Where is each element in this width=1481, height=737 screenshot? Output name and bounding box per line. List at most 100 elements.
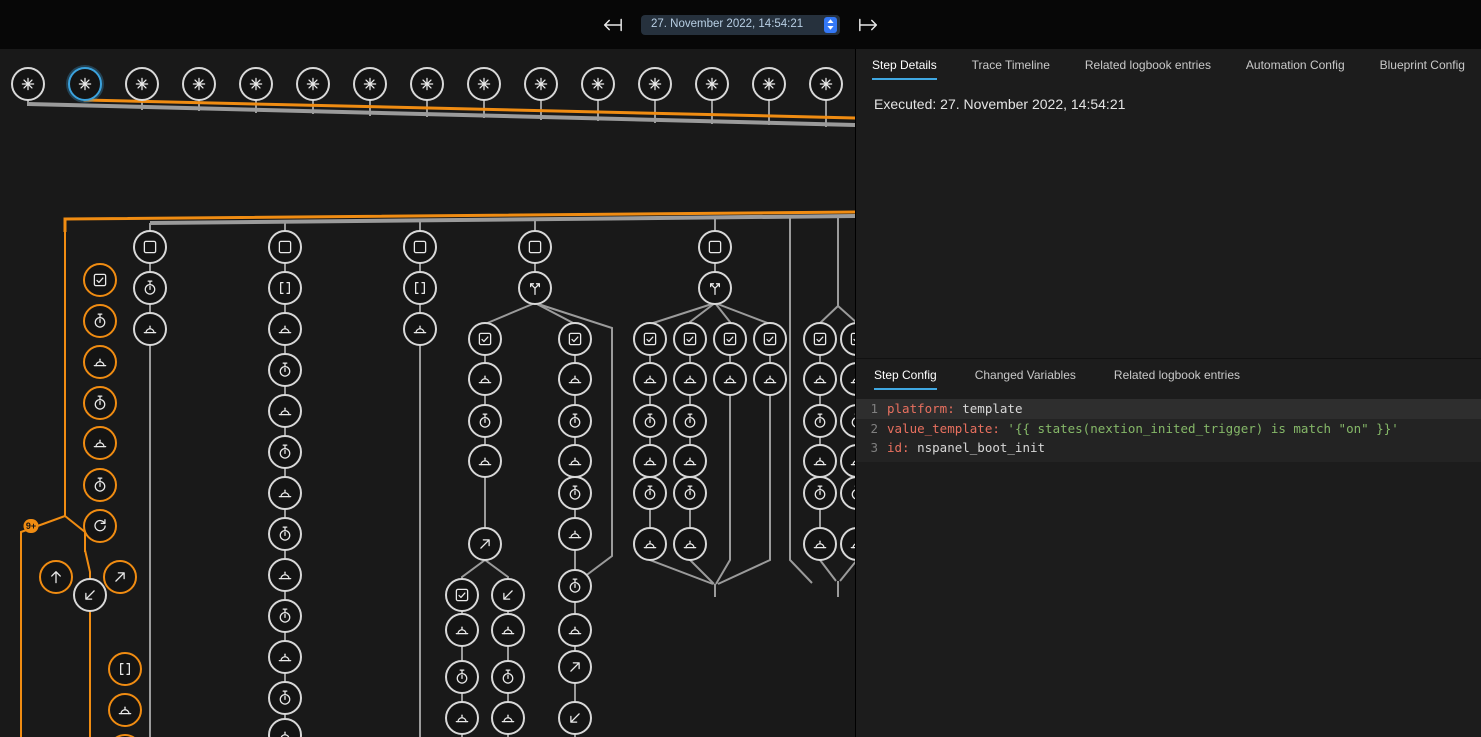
checkbox-node[interactable]: [713, 322, 747, 356]
tab-trace-timeline[interactable]: Trace Timeline: [972, 49, 1050, 80]
checkbox-node[interactable]: [803, 322, 837, 356]
bell-node[interactable]: [83, 426, 117, 460]
bell-node[interactable]: [558, 517, 592, 551]
step-config-code[interactable]: 1platform: template2value_template: '{{ …: [856, 399, 1481, 462]
bell-node[interactable]: [633, 527, 667, 561]
timer-node[interactable]: [268, 517, 302, 551]
asterisk-node[interactable]: [524, 67, 558, 101]
bell-node[interactable]: [491, 613, 525, 647]
bell-node[interactable]: [633, 362, 667, 396]
brackets-node[interactable]: [108, 652, 142, 686]
bell-node[interactable]: [558, 613, 592, 647]
previous-run-button[interactable]: [597, 13, 627, 37]
checkbox-node[interactable]: [445, 578, 479, 612]
bell-node[interactable]: [558, 362, 592, 396]
asterisk-node[interactable]: [68, 67, 102, 101]
checkbox-node[interactable]: [558, 322, 592, 356]
tab-step-details[interactable]: Step Details: [872, 49, 937, 80]
arrow-top-right-node[interactable]: [558, 650, 592, 684]
box-node[interactable]: [133, 230, 167, 264]
run-selector[interactable]: 27. November 2022, 14:54:21: [641, 15, 840, 35]
bell-node[interactable]: [491, 701, 525, 735]
arrow-up-node[interactable]: [39, 560, 73, 594]
bell-node[interactable]: [445, 701, 479, 735]
asterisk-node[interactable]: [809, 67, 843, 101]
timer-node[interactable]: [133, 271, 167, 305]
bell-node[interactable]: [83, 345, 117, 379]
bell-node[interactable]: [108, 693, 142, 727]
asterisk-node[interactable]: [11, 67, 45, 101]
bell-node[interactable]: [803, 444, 837, 478]
timer-node[interactable]: [445, 660, 479, 694]
box-node[interactable]: [698, 230, 732, 264]
bell-node[interactable]: [268, 394, 302, 428]
bell-node[interactable]: [633, 444, 667, 478]
checkbox-node[interactable]: [633, 322, 667, 356]
checkbox-node[interactable]: [673, 322, 707, 356]
checkbox-node[interactable]: [83, 263, 117, 297]
timer-node[interactable]: [633, 476, 667, 510]
bell-node[interactable]: [803, 527, 837, 561]
timer-node[interactable]: [83, 468, 117, 502]
timer-node[interactable]: [558, 404, 592, 438]
timer-node[interactable]: [83, 386, 117, 420]
timer-node[interactable]: [558, 476, 592, 510]
bell-node[interactable]: [558, 444, 592, 478]
timer-node[interactable]: [558, 569, 592, 603]
tab-related-logbook-entries[interactable]: Related logbook entries: [1085, 49, 1211, 80]
asterisk-node[interactable]: [410, 67, 444, 101]
checkbox-node[interactable]: [753, 322, 787, 356]
arrow-bottom-left-node[interactable]: [73, 578, 107, 612]
bell-node[interactable]: [468, 362, 502, 396]
bell-node[interactable]: [268, 312, 302, 346]
bell-node[interactable]: [713, 362, 747, 396]
arrow-top-right-node[interactable]: [468, 527, 502, 561]
asterisk-node[interactable]: [467, 67, 501, 101]
asterisk-node[interactable]: [695, 67, 729, 101]
box-node[interactable]: [268, 230, 302, 264]
box-node[interactable]: [518, 230, 552, 264]
bell-node[interactable]: [268, 558, 302, 592]
bell-node[interactable]: [753, 362, 787, 396]
bell-node[interactable]: [268, 640, 302, 674]
bell-node[interactable]: [268, 476, 302, 510]
refresh-node[interactable]: [83, 509, 117, 543]
bell-node[interactable]: [468, 444, 502, 478]
bell-node[interactable]: [673, 444, 707, 478]
asterisk-node[interactable]: [638, 67, 672, 101]
asterisk-node[interactable]: [182, 67, 216, 101]
bell-node[interactable]: [403, 312, 437, 346]
timer-node[interactable]: [673, 404, 707, 438]
tab-step-config[interactable]: Step Config: [874, 359, 937, 390]
bell-node[interactable]: [673, 527, 707, 561]
timer-node[interactable]: [803, 404, 837, 438]
arrow-top-right-node[interactable]: [103, 560, 137, 594]
checkbox-node[interactable]: [468, 322, 502, 356]
timer-node[interactable]: [268, 353, 302, 387]
arrow-bottom-left-node[interactable]: [491, 578, 525, 612]
asterisk-node[interactable]: [752, 67, 786, 101]
bell-node[interactable]: [445, 613, 479, 647]
tab-changed-variables[interactable]: Changed Variables: [975, 359, 1076, 390]
bell-node[interactable]: [133, 312, 167, 346]
timer-node[interactable]: [633, 404, 667, 438]
timer-node[interactable]: [673, 476, 707, 510]
timer-node[interactable]: [83, 304, 117, 338]
tab-blueprint-config[interactable]: Blueprint Config: [1380, 49, 1465, 80]
tab-automation-config[interactable]: Automation Config: [1246, 49, 1345, 80]
call-split-node[interactable]: [698, 271, 732, 305]
bell-node[interactable]: [673, 362, 707, 396]
timer-node[interactable]: [268, 599, 302, 633]
asterisk-node[interactable]: [125, 67, 159, 101]
next-run-button[interactable]: [854, 13, 884, 37]
timer-node[interactable]: [268, 435, 302, 469]
asterisk-node[interactable]: [353, 67, 387, 101]
brackets-node[interactable]: [403, 271, 437, 305]
box-node[interactable]: [403, 230, 437, 264]
asterisk-node[interactable]: [581, 67, 615, 101]
timer-node[interactable]: [803, 476, 837, 510]
asterisk-node[interactable]: [239, 67, 273, 101]
bell-node[interactable]: [803, 362, 837, 396]
call-split-node[interactable]: [518, 271, 552, 305]
timer-node[interactable]: [468, 404, 502, 438]
